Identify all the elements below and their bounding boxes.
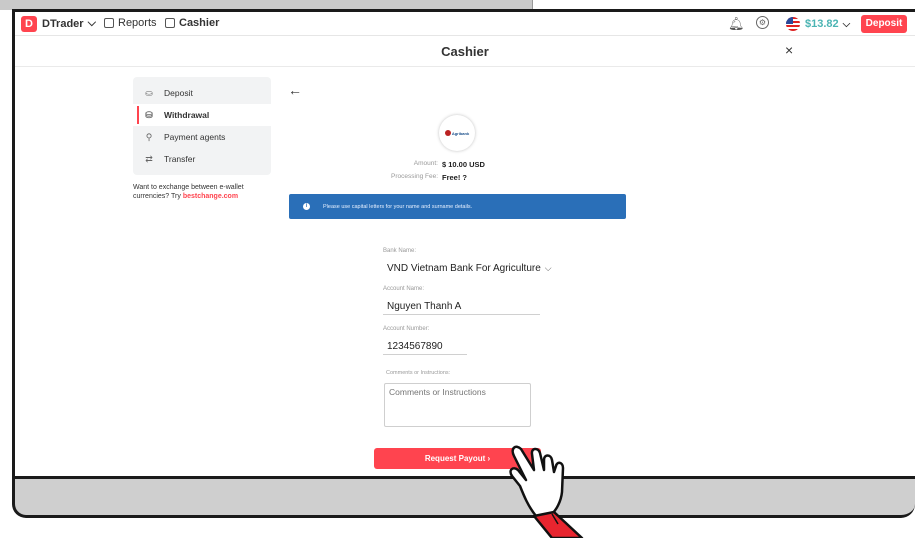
account-number-label: Account Number: [383, 326, 430, 332]
reports-icon [104, 18, 114, 28]
info-message: Please use capital letters for your name… [323, 203, 473, 210]
cashier-title-bar: Cashier × [15, 37, 915, 67]
info-banner: i Please use capital letters for your na… [289, 194, 626, 219]
account-settings-icon[interactable]: ⚙ [756, 16, 769, 29]
amount-value: $ 10.00 USD [442, 160, 485, 169]
balance-amount: $13.82 [805, 18, 839, 30]
bank-name-label: Bank Name: [383, 248, 417, 254]
sidebar-item-deposit[interactable]: ⛀ Deposit [133, 82, 271, 104]
deposit-icon: ⛀ [145, 87, 153, 98]
nav-cashier[interactable]: Cashier [165, 17, 219, 29]
sidebar-item-label: Payment agents [164, 132, 226, 142]
chevron-down-icon: ⌵ [544, 263, 552, 273]
deriv-logo[interactable]: D [21, 16, 37, 32]
pointing-hand-icon [509, 445, 584, 538]
top-navbar: D DTrader ⌵ Reports Cashier 🔔︎ ⚙ $13.82 … [15, 12, 915, 36]
nav-reports-label: Reports [118, 17, 157, 29]
transfer-icon: ⇄ [145, 153, 153, 164]
sidebar-item-label: Transfer [164, 154, 196, 164]
fee-value: Free! ? [442, 173, 468, 182]
deposit-button[interactable]: Deposit [861, 15, 907, 33]
sidebar-item-transfer[interactable]: ⇄ Transfer [133, 148, 271, 170]
withdrawal-icon: ⛁ [145, 109, 153, 120]
chevron-down-icon: ⌵ [842, 18, 851, 30]
account-number-field[interactable]: 1234567890 [387, 341, 443, 352]
payment-agent-logo: Agribank [439, 115, 475, 151]
cashier-icon [165, 18, 175, 28]
bestchange-link[interactable]: bestchange.com [183, 193, 238, 200]
device-frame: D DTrader ⌵ Reports Cashier 🔔︎ ⚙ $13.82 … [0, 0, 915, 538]
agent-logo-mark [444, 130, 451, 136]
bezel-bottom [12, 476, 915, 518]
bank-name-value: VND Vietnam Bank For Agriculture [387, 263, 541, 274]
close-icon[interactable]: × [785, 42, 793, 58]
sidebar-item-label: Deposit [164, 88, 193, 98]
page-title: Cashier [441, 44, 489, 59]
payment-agents-icon: ⚲ [145, 131, 153, 142]
app-screen: D DTrader ⌵ Reports Cashier 🔔︎ ⚙ $13.82 … [15, 12, 915, 476]
back-arrow-icon[interactable]: ← [288, 82, 302, 98]
account-balance[interactable]: $13.82 ⌵ [805, 18, 850, 30]
account-name-underline [383, 314, 540, 315]
account-name-field[interactable]: Nguyen Thanh A [387, 301, 461, 312]
nav-reports[interactable]: Reports [104, 17, 157, 29]
account-name-label: Account Name: [383, 286, 425, 292]
comments-label: Comments or Instructions: [386, 370, 451, 376]
amount-label: Amount: [413, 160, 438, 167]
fee-label: Processing Fee: [391, 173, 438, 180]
nav-dtrader-label: DTrader [42, 17, 84, 30]
cashier-sidebar: ⛀ Deposit ⛁ Withdrawal ⚲ Payment agents … [133, 77, 271, 175]
sidebar-item-withdrawal[interactable]: ⛁ Withdrawal [133, 104, 271, 126]
nav-dtrader[interactable]: DTrader ⌵ [42, 17, 96, 30]
nav-cashier-label: Cashier [179, 17, 220, 29]
chevron-down-icon: ⌵ [87, 17, 96, 29]
sidebar-item-payment-agents[interactable]: ⚲ Payment agents [133, 126, 271, 148]
bank-name-select[interactable]: VND Vietnam Bank For Agriculture ⌵ [387, 263, 552, 274]
us-flag-icon[interactable] [786, 17, 800, 31]
comments-textarea[interactable] [384, 383, 531, 427]
account-number-underline [383, 354, 467, 355]
info-icon: i [303, 203, 310, 210]
bell-icon[interactable]: 🔔︎ [728, 16, 745, 32]
exchange-note: Want to exchange between e-wallet curren… [133, 183, 273, 201]
agent-logo-text: Agribank [451, 130, 470, 136]
sidebar-item-label: Withdrawal [164, 110, 210, 120]
fee-row: Processing Fee: Free! ? [345, 173, 555, 182]
amount-row: Amount: $ 10.00 USD [345, 160, 555, 169]
